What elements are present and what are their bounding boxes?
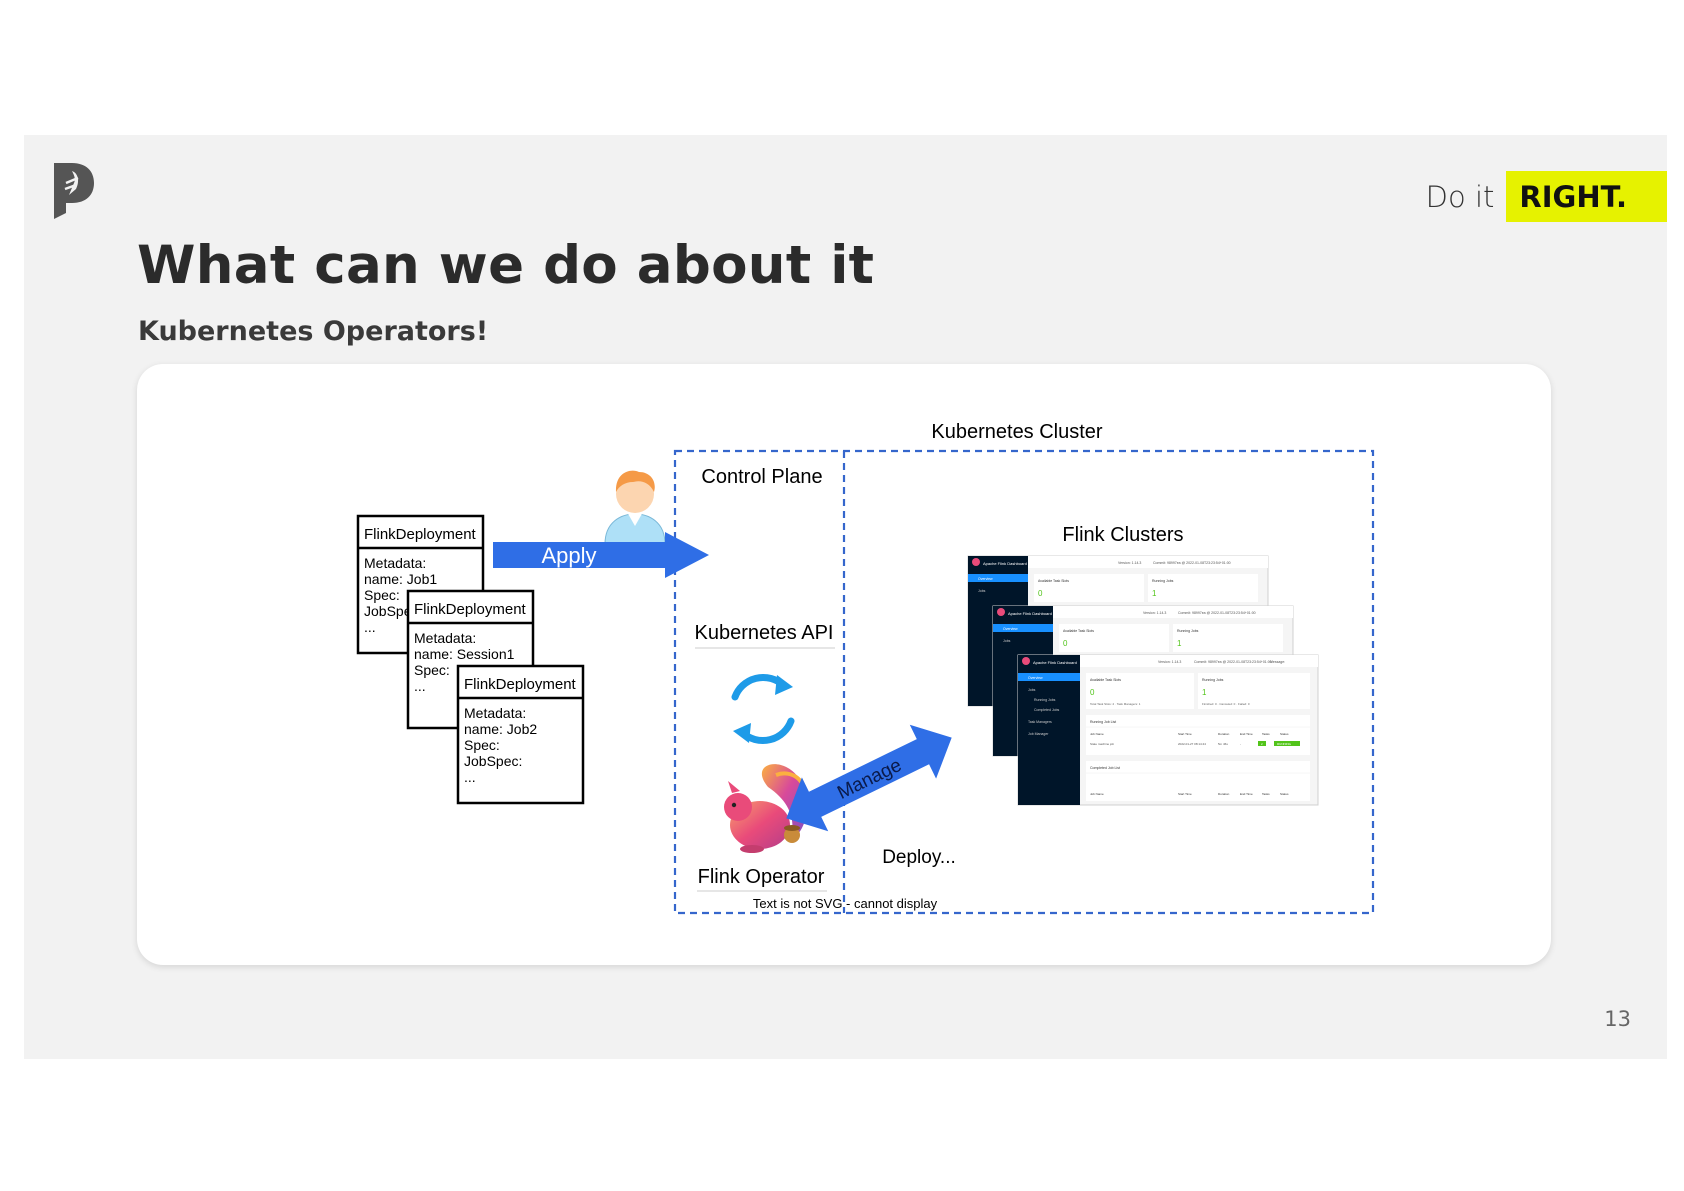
svg-text:Message:: Message:: [1270, 660, 1285, 664]
tagline-prefix: Do it: [1425, 179, 1495, 214]
svg-text:1: 1: [1202, 688, 1207, 697]
deploy-label: Deploy...: [882, 847, 956, 868]
svg-text:State machine job: State machine job: [1090, 742, 1114, 746]
svg-text:Commit: 98997ea @ 2022-01-08T2: Commit: 98997ea @ 2022-01-08T23:23:54+01…: [1178, 611, 1256, 615]
svg-text:Duration: Duration: [1218, 732, 1230, 736]
svg-text:Completed Job List: Completed Job List: [1090, 766, 1120, 770]
svg-text:Running Jobs: Running Jobs: [1152, 579, 1174, 583]
apply-arrow: [493, 532, 709, 578]
svg-text:Running Job List: Running Job List: [1090, 720, 1116, 724]
svg-text:Apache Flink Dashboard: Apache Flink Dashboard: [1008, 611, 1052, 616]
company-logo-icon: [54, 163, 94, 219]
svg-text:Tasks: Tasks: [1262, 792, 1270, 796]
kubernetes-api-label: Kubernetes API: [695, 622, 834, 644]
svg-text:2022-01-27 08:14:44: 2022-01-27 08:14:44: [1178, 742, 1206, 746]
svg-text:...: ...: [364, 619, 376, 635]
control-plane-label: Control Plane: [701, 466, 822, 488]
svg-text:1: 1: [1177, 639, 1182, 648]
diagram-card: Kubernetes Cluster Control Plane Kuberne…: [137, 364, 1551, 965]
svg-text:End Time: End Time: [1240, 732, 1253, 736]
svg-text:Completed Jobs: Completed Jobs: [1034, 708, 1060, 712]
svg-text:Metadata:: Metadata:: [464, 705, 526, 721]
flinkdeployment-card-job2: FlinkDeployment Metadata: name: Job2 Spe…: [456, 664, 585, 805]
svg-text:Job Name: Job Name: [1090, 732, 1104, 736]
apply-label: Apply: [541, 543, 596, 568]
tagline-highlight: RIGHT.: [1506, 171, 1667, 222]
flink-clusters-label: Flink Clusters: [1062, 524, 1183, 546]
svg-text:Overview: Overview: [978, 577, 993, 581]
svg-text:Commit: 98997ea @ 2022-01-08T2: Commit: 98997ea @ 2022-01-08T23:23:54+01…: [1153, 561, 1231, 565]
svg-text:Available Task Slots: Available Task Slots: [1090, 678, 1121, 682]
svg-text:Start Time: Start Time: [1178, 732, 1192, 736]
svg-text:1: 1: [1152, 589, 1157, 598]
svg-text:Running Jobs: Running Jobs: [1177, 629, 1199, 633]
svg-text:Available Task Slots: Available Task Slots: [1063, 629, 1094, 633]
svg-text:JobSpec:: JobSpec:: [464, 753, 522, 769]
svg-text:Status: Status: [1280, 792, 1289, 796]
svg-text:Job Name: Job Name: [1090, 792, 1104, 796]
svg-text:Apache Flink Dashboard: Apache Flink Dashboard: [1033, 660, 1077, 665]
svg-text:0: 0: [1090, 688, 1095, 697]
svg-text:Jobs: Jobs: [978, 589, 986, 593]
svg-text:Overview: Overview: [1003, 627, 1018, 631]
svg-text:Running Jobs: Running Jobs: [1034, 698, 1056, 702]
svg-text:Overview: Overview: [1028, 676, 1043, 680]
svg-text:Spec:: Spec:: [414, 662, 450, 678]
svg-text:Metadata:: Metadata:: [414, 630, 476, 646]
svg-text:0: 0: [1038, 589, 1043, 598]
svg-text:Jobs: Jobs: [1003, 639, 1011, 643]
flink-operator-label: Flink Operator: [698, 866, 825, 888]
flink-dashboard-screenshot-3: Apache Flink Dashboard Overview Jobs Run…: [1017, 654, 1319, 806]
svg-text:Version: 1.14.3: Version: 1.14.3: [1118, 561, 1141, 565]
svg-text:FlinkDeployment: FlinkDeployment: [364, 526, 477, 543]
svg-text:5m 46s: 5m 46s: [1218, 742, 1228, 746]
svg-text:Commit: 98997ea @ 2022-01-08T2: Commit: 98997ea @ 2022-01-08T23:23:54+01…: [1194, 660, 1272, 664]
svg-text:Duration: Duration: [1218, 792, 1230, 796]
user-avatar-icon: [604, 470, 666, 545]
svg-text:Apache Flink Dashboard: Apache Flink Dashboard: [983, 561, 1027, 566]
reconcile-loop-icon: [731, 673, 795, 745]
svg-text:name: Session1: name: Session1: [414, 646, 515, 662]
page-number: 13: [1604, 1007, 1631, 1031]
svg-text:name: Job1: name: Job1: [364, 571, 437, 587]
svg-text:Total Task Slots: 2 · Task Man: Total Task Slots: 2 · Task Managers: 1: [1090, 702, 1141, 706]
svg-text:name: Job2: name: Job2: [464, 721, 537, 737]
svg-text:Task Managers: Task Managers: [1028, 720, 1052, 724]
svg-text:Metadata:: Metadata:: [364, 555, 426, 571]
slide-subtitle: Kubernetes Operators!: [138, 316, 489, 347]
svg-text:Finished: 0 · Canceled: 0 · Fa: Finished: 0 · Canceled: 0 · Failed: 0: [1202, 702, 1250, 706]
svg-text:-: -: [1240, 742, 1241, 746]
svg-text:Running Jobs: Running Jobs: [1202, 678, 1224, 682]
svg-text:Tasks: Tasks: [1262, 732, 1270, 736]
svg-text:Available Task Slots: Available Task Slots: [1038, 579, 1069, 583]
svg-text:Start Time: Start Time: [1178, 792, 1192, 796]
svg-text:Status: Status: [1280, 732, 1289, 736]
svg-text:...: ...: [414, 678, 426, 694]
svg-text:FlinkDeployment: FlinkDeployment: [464, 676, 577, 693]
svg-text:End Time: End Time: [1240, 792, 1253, 796]
svg-text:0: 0: [1063, 639, 1068, 648]
svg-text:FlinkDeployment: FlinkDeployment: [414, 601, 527, 618]
tagline: Do it RIGHT.: [1426, 171, 1667, 222]
architecture-diagram: Kubernetes Cluster Control Plane Kuberne…: [356, 421, 1375, 915]
svg-text:Job Manager: Job Manager: [1028, 732, 1049, 736]
slide: Do it RIGHT. What can we do about it Kub…: [24, 135, 1667, 1059]
slide-title: What can we do about it: [137, 235, 875, 296]
svg-text:Jobs: Jobs: [1028, 688, 1036, 692]
svg-text:Spec:: Spec:: [464, 737, 500, 753]
svg-text:Spec:: Spec:: [364, 587, 400, 603]
svg-text:...: ...: [464, 769, 476, 785]
kubernetes-cluster-label: Kubernetes Cluster: [931, 421, 1103, 443]
svg-text:Version: 1.14.3: Version: 1.14.3: [1143, 611, 1166, 615]
svg-text:Version: 1.14.3: Version: 1.14.3: [1158, 660, 1181, 664]
svg-text:RUNNING: RUNNING: [1277, 742, 1292, 746]
svg-warning-text: Text is not SVG - cannot display: [753, 896, 938, 911]
